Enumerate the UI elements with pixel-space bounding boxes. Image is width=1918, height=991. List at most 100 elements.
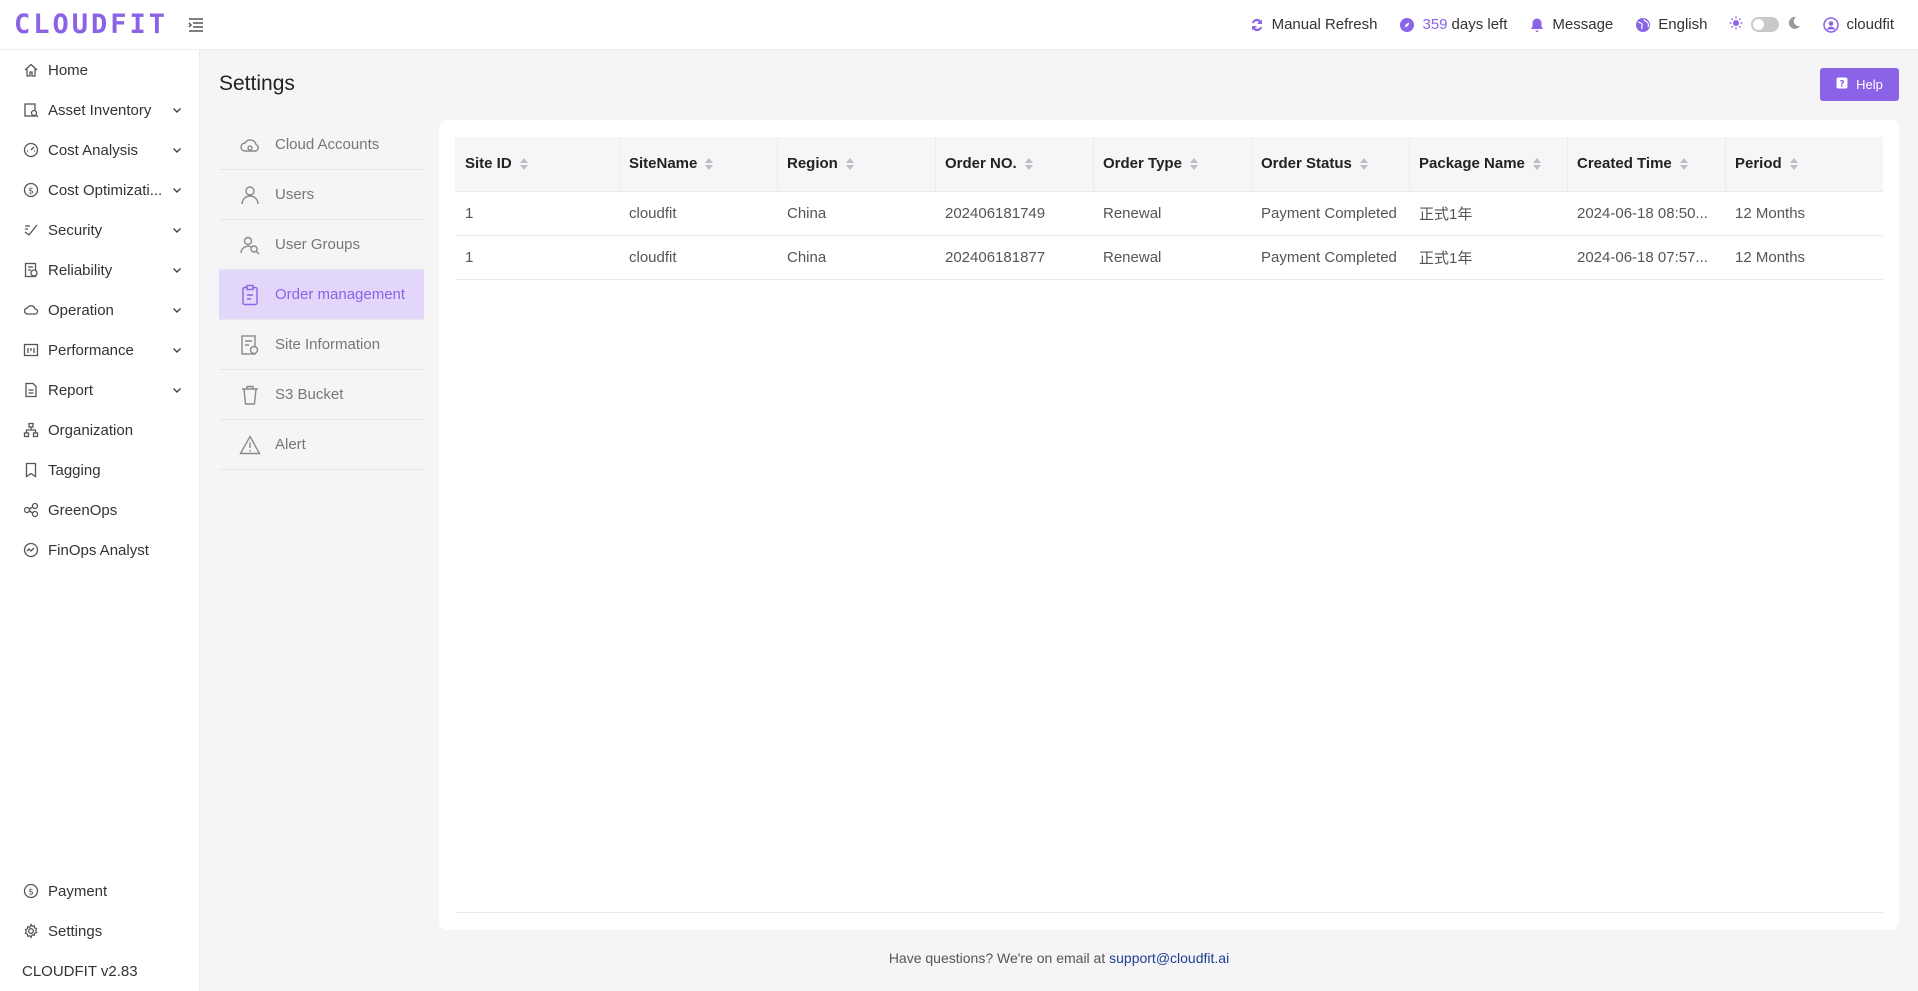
sidebar-item-home[interactable]: Home — [0, 50, 199, 90]
column-header-label: Order Type — [1103, 155, 1182, 173]
chevron-down-icon[interactable] — [171, 264, 183, 276]
menu-toggle-icon[interactable] — [186, 15, 206, 35]
refresh-icon — [1249, 17, 1265, 33]
column-header[interactable]: Period — [1725, 137, 1883, 192]
column-header[interactable]: Region — [777, 137, 935, 192]
settings-nav-item-site-information[interactable]: Site Information — [219, 320, 424, 370]
app-logo[interactable]: CLOUDFIT — [14, 9, 168, 40]
table-cell: 202406181749 — [935, 191, 1093, 236]
table-cell: 202406181877 — [935, 235, 1093, 280]
settings-nav-item-s3-bucket[interactable]: S3 Bucket — [219, 370, 424, 420]
sidebar-item-asset-inventory[interactable]: Asset Inventory — [0, 90, 199, 130]
column-header[interactable]: Order Status — [1251, 137, 1409, 192]
sidebar-item-label: FinOps Analyst — [48, 541, 149, 559]
sort-icon[interactable] — [1532, 157, 1541, 170]
table-header-row: Site ID SiteName Region Order NO. Order Type… — [455, 137, 1883, 192]
sidebar-item-organization[interactable]: Organization — [0, 410, 199, 450]
sort-icon[interactable] — [705, 157, 714, 170]
theme-toggle-group — [1729, 16, 1801, 34]
column-header[interactable]: SiteName — [619, 137, 777, 192]
license-days-left[interactable]: 359 days left — [1399, 16, 1507, 33]
asset-icon — [22, 101, 40, 119]
sidebar-item-label: Cost Optimizati... — [48, 181, 163, 199]
settings-nav-item-alert[interactable]: Alert — [219, 420, 424, 470]
sidebar-item-finops-analyst[interactable]: FinOps Analyst — [0, 530, 199, 570]
user-menu[interactable]: cloudfit — [1823, 16, 1894, 33]
settings-nav-item-cloud-accounts[interactable]: Cloud Accounts — [219, 120, 424, 170]
sidebar-item-performance[interactable]: Performance — [0, 330, 199, 370]
clipboard-icon — [239, 284, 261, 306]
home-icon — [22, 61, 40, 79]
orders-table: Site ID SiteName Region Order NO. Order Type… — [455, 137, 1883, 280]
column-header-label: Order Status — [1261, 155, 1352, 173]
message-button[interactable]: Message — [1529, 16, 1613, 33]
settings-nav-item-users[interactable]: Users — [219, 170, 424, 220]
cloud-icon — [22, 301, 40, 319]
chevron-down-icon[interactable] — [171, 344, 183, 356]
column-header[interactable]: Order NO. — [935, 137, 1093, 192]
chevron-down-icon[interactable] — [171, 224, 183, 236]
sort-icon[interactable] — [1024, 157, 1033, 170]
bell-icon — [1529, 17, 1545, 33]
greenops-icon — [22, 501, 40, 519]
sidebar-item-label: Organization — [48, 421, 134, 439]
settings-nav-label: Cloud Accounts — [275, 136, 380, 153]
sidebar-item-operation[interactable]: Operation — [0, 290, 199, 330]
column-header-label: Period — [1735, 155, 1782, 173]
chevron-down-icon[interactable] — [171, 304, 183, 316]
manual-refresh-button[interactable]: Manual Refresh — [1249, 16, 1377, 33]
sidebar-item-cost-optimizati[interactable]: $ Cost Optimizati... — [0, 170, 199, 210]
svg-text:?: ? — [1840, 80, 1845, 90]
sort-icon[interactable] — [519, 157, 528, 170]
sidebar-item-cost-analysis[interactable]: Cost Analysis — [0, 130, 199, 170]
theme-switch[interactable] — [1751, 17, 1780, 32]
language-selector[interactable]: English — [1635, 16, 1707, 33]
table-cell: Payment Completed — [1251, 191, 1409, 236]
column-header[interactable]: Created Time — [1567, 137, 1725, 192]
chevron-down-icon[interactable] — [171, 184, 183, 196]
sidebar-item-greenops[interactable]: GreenOps — [0, 490, 199, 530]
column-header[interactable]: Site ID — [455, 137, 619, 192]
order-table-card: Site ID SiteName Region Order NO. Order Type… — [439, 120, 1899, 930]
user-avatar-icon — [1823, 16, 1840, 33]
chevron-down-icon[interactable] — [171, 104, 183, 116]
sidebar-item-report[interactable]: Report — [0, 370, 199, 410]
moon-icon — [1787, 16, 1801, 34]
table-cell: 2024-06-18 08:50... — [1567, 191, 1725, 236]
support-email-link[interactable]: support@cloudfit.ai — [1109, 950, 1229, 966]
sidebar-item-tagging[interactable]: Tagging — [0, 450, 199, 490]
sort-icon[interactable] — [1679, 157, 1688, 170]
sidebar-item-payment[interactable]: $ Payment — [0, 871, 199, 911]
settings-nav-item-order-management[interactable]: Order management — [219, 270, 424, 320]
column-header[interactable]: Package Name — [1409, 137, 1567, 192]
column-header-label: Region — [787, 155, 838, 173]
message-label: Message — [1552, 16, 1614, 33]
settings-nav-item-user-groups[interactable]: User Groups — [219, 220, 424, 270]
sort-icon[interactable] — [1359, 157, 1368, 170]
sort-icon[interactable] — [1789, 157, 1798, 170]
site-info-icon — [239, 334, 261, 356]
column-header[interactable]: Order Type — [1093, 137, 1251, 192]
compass-icon — [1399, 17, 1415, 33]
sort-icon[interactable] — [845, 157, 854, 170]
help-label: Help — [1856, 77, 1883, 92]
column-header-label: Package Name — [1419, 155, 1525, 173]
sidebar-item-label: Settings — [48, 922, 103, 940]
sidebar-item-label: Tagging — [48, 461, 101, 479]
sidebar-item-label: Asset Inventory — [48, 101, 152, 119]
sidebar-item-reliability[interactable]: Reliability — [0, 250, 199, 290]
chevron-down-icon[interactable] — [171, 144, 183, 156]
sidebar-item-security[interactable]: Security — [0, 210, 199, 250]
table-row[interactable]: 1 cloudfit China 202406181877 Renewal Payment… — [455, 235, 1883, 280]
help-button[interactable]: ? Help — [1820, 68, 1899, 101]
table-cell: 正式1年 — [1409, 191, 1567, 236]
table-cell: cloudfit — [619, 235, 777, 280]
table-row[interactable]: 1 cloudfit China 202406181749 Renewal Payment… — [455, 191, 1883, 236]
org-icon — [22, 421, 40, 439]
sort-icon[interactable] — [1189, 157, 1198, 170]
finops-icon — [22, 541, 40, 559]
table-cell: Renewal — [1093, 235, 1251, 280]
sidebar-item-settings[interactable]: Settings — [0, 911, 199, 951]
settings-nav-label: User Groups — [275, 236, 361, 253]
chevron-down-icon[interactable] — [171, 384, 183, 396]
